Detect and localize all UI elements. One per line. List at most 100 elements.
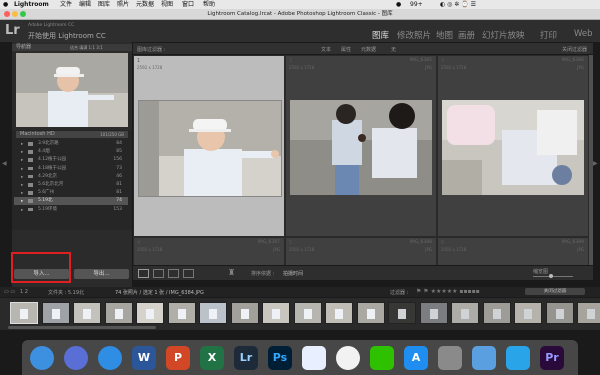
module-library[interactable]: 图库 — [372, 29, 389, 41]
disclosure-triangle-icon[interactable]: ▸ — [21, 174, 23, 181]
filmstrip-thumbnail[interactable] — [545, 302, 574, 324]
filmstrip-thumbnail[interactable] — [451, 302, 479, 324]
dock-photoshop-icon[interactable]: Ps — [268, 346, 292, 370]
photo-thumbnail[interactable] — [290, 100, 432, 195]
slider-thumb[interactable] — [549, 274, 553, 278]
menu-file[interactable]: 文件 — [60, 0, 72, 9]
folder-item[interactable]: ▸ 4.29北京 46 — [14, 173, 128, 180]
dock-baidu-icon[interactable] — [302, 346, 326, 370]
thumbnail-size-slider[interactable] — [533, 276, 573, 277]
dock-safari-icon[interactable] — [98, 346, 122, 370]
dock-premiere-icon[interactable]: Pr — [540, 346, 564, 370]
grid-cell-4[interactable]: 4 2592 x 1728 IMG_6387 JPG — [133, 237, 285, 265]
folder-item[interactable]: ▸ 5.19北 74 — [14, 197, 128, 205]
painter-icon[interactable]: ♜ — [228, 268, 235, 277]
dock-finder-icon[interactable] — [30, 346, 54, 370]
dock-excel-icon[interactable]: X — [200, 346, 224, 370]
disclosure-triangle-icon[interactable]: ▸ — [21, 166, 23, 173]
dock-word-icon[interactable]: W — [132, 346, 156, 370]
page-buttons[interactable]: 1 2 — [20, 289, 28, 295]
zoom-window-button[interactable] — [20, 11, 26, 17]
grid-cell-2[interactable]: 2 2592 x 1728 IMG_6385 JPG — [285, 55, 437, 237]
right-panel-toggle-icon[interactable]: ▶ — [593, 160, 598, 167]
filmstrip-thumbnail[interactable] — [482, 302, 511, 324]
close-window-button[interactable] — [4, 11, 10, 17]
filmstrip-thumbnail[interactable] — [293, 302, 322, 324]
disclosure-triangle-icon[interactable]: ▸ — [21, 182, 23, 189]
navigator-zoom-options[interactable]: 适合 填满 1:1 3:1 — [70, 44, 103, 51]
grid-cell-5[interactable]: 5 2592 x 1728 IMG_6388 JPG — [285, 237, 437, 265]
filmstrip-thumbnail[interactable] — [356, 302, 385, 324]
filmstrip-thumbnail[interactable] — [325, 302, 353, 324]
grid-cell-6[interactable]: 6 2592 x 1728 IMG_6389 JPG — [437, 237, 589, 265]
module-print[interactable]: 打印 — [540, 29, 557, 41]
dock-wechat-icon[interactable] — [370, 346, 394, 370]
dock-powerpoint-icon[interactable]: P — [166, 346, 190, 370]
dock-photos-icon[interactable] — [336, 346, 360, 370]
filmstrip-thumbnail[interactable] — [262, 302, 290, 324]
menu-app[interactable]: Lightroom — [14, 0, 49, 9]
menu-edit[interactable]: 编辑 — [79, 0, 91, 9]
photo-thumbnail[interactable] — [442, 100, 584, 195]
filmstrip-thumbnail[interactable] — [199, 302, 227, 324]
disclosure-triangle-icon[interactable]: ▸ — [21, 149, 23, 156]
folder-item[interactable]: ▸ 5.19环境 153 — [14, 206, 128, 213]
navigator-header[interactable]: 导航器 适合 填满 1:1 3:1 — [12, 44, 132, 51]
filter-text[interactable]: 文本 — [321, 46, 331, 53]
survey-view-icon[interactable] — [183, 269, 194, 278]
menu-help[interactable]: 帮助 — [203, 0, 215, 9]
export-button[interactable]: 导出... — [74, 269, 129, 279]
dock-app-store-icon[interactable]: A — [404, 346, 428, 370]
disclosure-triangle-icon[interactable]: ▸ — [21, 190, 23, 197]
filmstrip-thumbnail[interactable] — [577, 302, 600, 324]
filter-attribute[interactable]: 属性 — [341, 46, 351, 53]
menu-photo[interactable]: 照片 — [117, 0, 129, 9]
module-book[interactable]: 画册 — [458, 29, 475, 41]
folder-item[interactable]: ▸ 4.12植于公园 156 — [14, 156, 128, 163]
wechat-status-icon[interactable]: ● — [396, 0, 401, 9]
filmstrip-thumbnail[interactable] — [419, 302, 448, 324]
photo-thumbnail[interactable] — [138, 100, 282, 197]
filmstrip-thumbnail[interactable] — [73, 302, 101, 324]
folder-item[interactable]: ▸ 3.9北京路 84 — [14, 140, 128, 147]
filmstrip-scrollbar[interactable] — [8, 326, 156, 329]
folder-item[interactable]: ▸ 5.6广州 81 — [14, 189, 128, 196]
sort-value[interactable]: 拍摄时间 — [283, 270, 303, 277]
grid-cell-3[interactable]: 3 2592 x 1728 IMG_6386 JPG — [437, 55, 589, 237]
folder-item[interactable]: ▸ 5.6北京北河 81 — [14, 181, 128, 188]
apple-icon[interactable]: ● — [3, 0, 8, 9]
filmstrip-thumbnail[interactable] — [514, 302, 542, 324]
dock-lightroom-icon[interactable]: Lr — [234, 346, 258, 370]
loupe-view-icon[interactable] — [153, 269, 164, 278]
filmstrip-thumbnail[interactable] — [388, 302, 416, 324]
menu-view[interactable]: 视图 — [161, 0, 173, 9]
menu-metadata[interactable]: 元数据 — [136, 0, 154, 9]
dock-quicktime-icon[interactable] — [506, 346, 530, 370]
menu-library[interactable]: 图库 — [98, 0, 110, 9]
volume-header[interactable]: Macintosh HD 101/250 GB — [16, 131, 128, 138]
minimize-window-button[interactable] — [12, 11, 18, 17]
module-map[interactable]: 地图 — [436, 29, 453, 41]
module-web[interactable]: Web — [574, 29, 593, 39]
filmstrip-thumbnail[interactable] — [41, 302, 70, 324]
disclosure-triangle-icon[interactable]: ▸ — [21, 141, 23, 148]
filmstrip-thumbnail[interactable] — [104, 302, 133, 324]
disclosure-triangle-icon[interactable]: ▸ — [21, 207, 23, 214]
disclosure-triangle-icon[interactable]: ▸ — [21, 198, 23, 205]
filmstrip-thumbnail[interactable] — [230, 302, 259, 324]
filter-preset[interactable]: 关闭过滤器 — [562, 46, 587, 53]
dock-siri-icon[interactable] — [64, 346, 88, 370]
module-develop[interactable]: 修改照片 — [397, 29, 431, 41]
filter-metadata[interactable]: 元数据 — [361, 46, 376, 53]
grid-cell-1[interactable]: 1 2592 x 1728 — [133, 55, 285, 237]
module-slideshow[interactable]: 幻灯片放映 — [482, 29, 525, 41]
grid-view-icon[interactable] — [138, 269, 149, 278]
flag-stars-filter[interactable]: ⚑ ⚑ ★★★★★ ▪▪▪▪▪ — [416, 288, 480, 295]
filter-none[interactable]: 无 — [391, 46, 396, 53]
filter-preset-dropdown[interactable]: 关闭过滤器 — [525, 288, 585, 295]
filmstrip-thumbnail[interactable] — [10, 302, 38, 324]
screen-icons[interactable]: ▭ ▭ — [4, 289, 15, 295]
disclosure-triangle-icon[interactable]: ▸ — [21, 157, 23, 164]
dock-preview-icon[interactable] — [472, 346, 496, 370]
folder-item[interactable]: ▸ 4.18植于公园 73 — [14, 165, 128, 172]
